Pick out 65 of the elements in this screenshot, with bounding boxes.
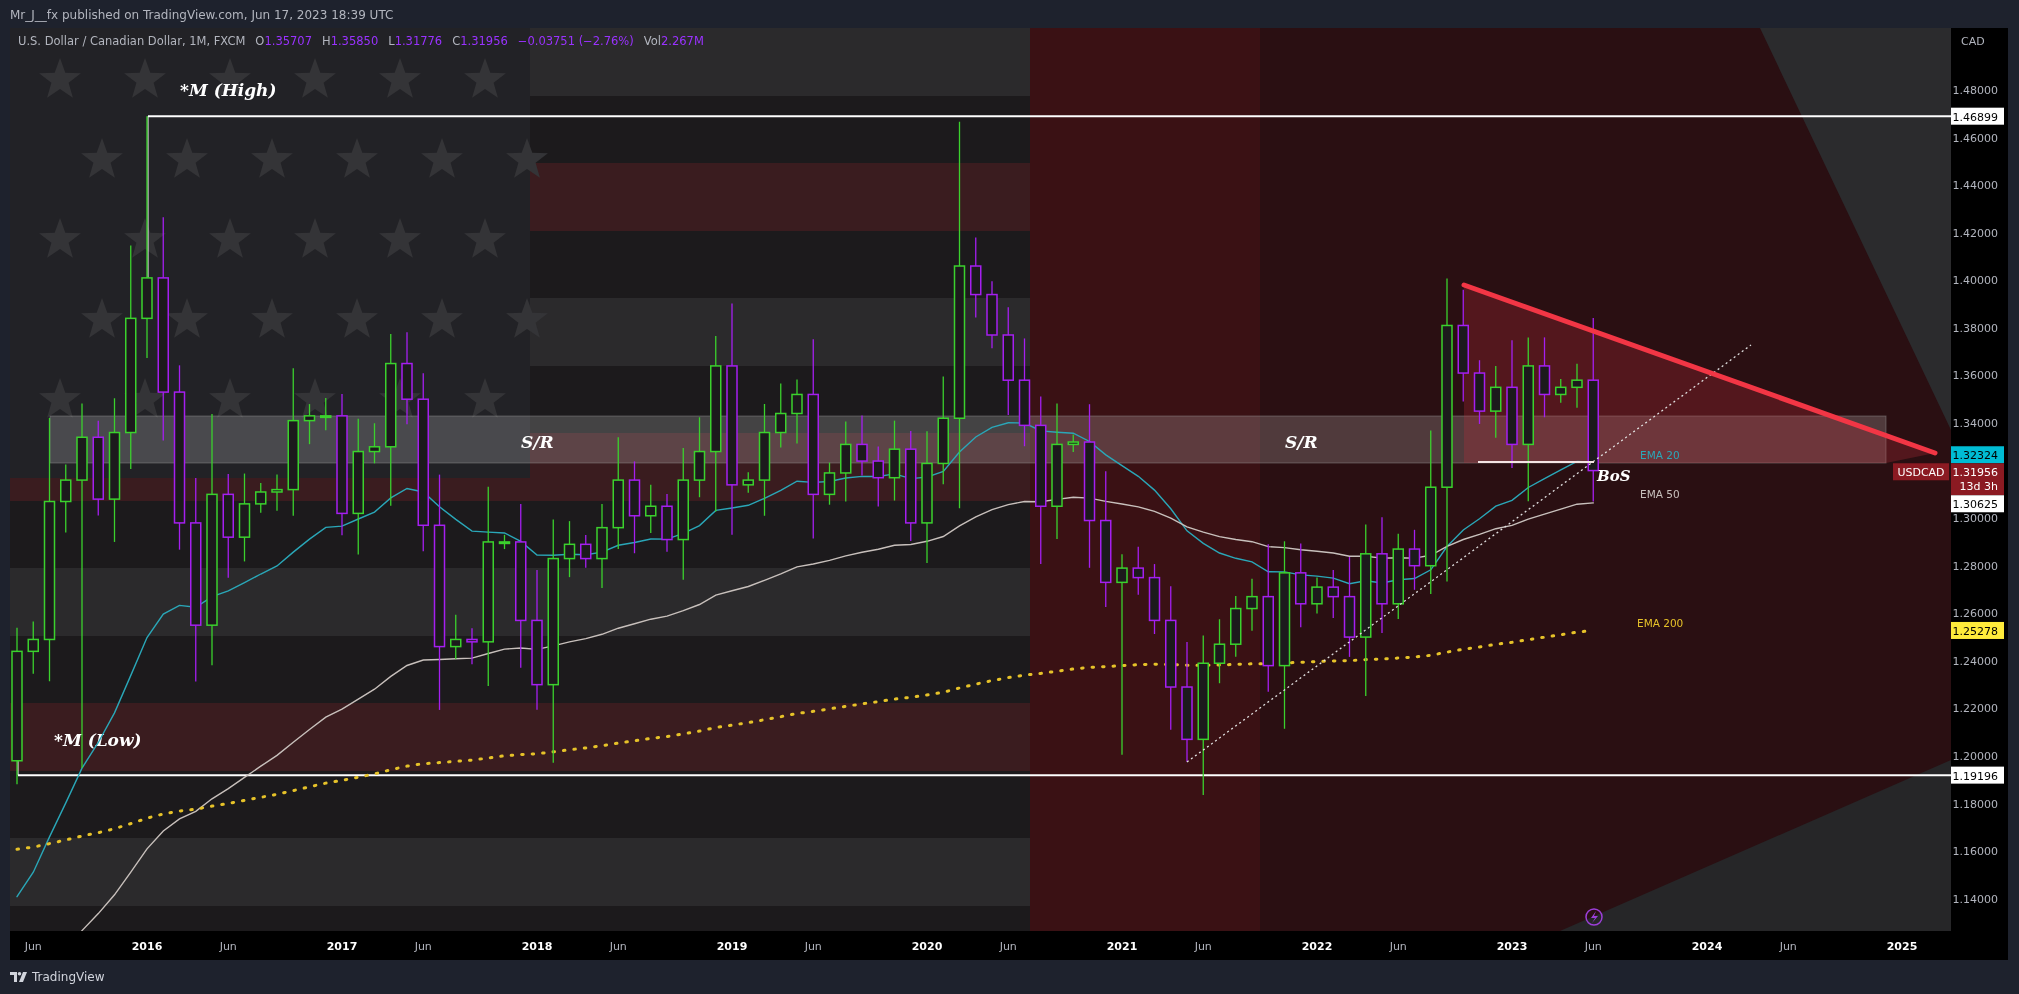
price-tick: 1.18000 — [1952, 797, 1998, 811]
time-tick: Jun — [1584, 940, 1602, 953]
brand-name: TradingView — [32, 970, 105, 984]
lightning-icon[interactable] — [1585, 908, 1603, 926]
time-tick: Jun — [414, 940, 432, 953]
ohlc-value: L1.31776 — [388, 34, 443, 48]
price-tick: 1.38000 — [1952, 321, 1998, 335]
price-label: 1.31956 — [1952, 466, 1998, 480]
level-label: *M (High) — [180, 80, 277, 100]
time-tick: 2020 — [911, 940, 943, 953]
price-tick: 1.16000 — [1952, 845, 1998, 859]
ohlc-value: O1.35707 — [255, 34, 312, 48]
ema-label: EMA 20 — [1640, 449, 1680, 461]
price-label: 1.30625 — [1952, 498, 1998, 512]
price-tick: 1.48000 — [1952, 84, 1998, 97]
price-tick: 1.44000 — [1952, 179, 1998, 193]
time-tick: 2016 — [131, 940, 163, 953]
zone-label: S/R — [1285, 432, 1318, 452]
volume-value: Vol2.267M — [643, 34, 704, 48]
bos-label: BoS — [1597, 467, 1631, 485]
price-tick: 1.36000 — [1952, 369, 1998, 383]
price-label: 1.46899 — [1952, 110, 1998, 124]
time-tick: Jun — [24, 940, 42, 953]
ema-label: EMA 50 — [1640, 488, 1680, 500]
zone-label: S/R — [521, 432, 554, 452]
price-tick: 1.24000 — [1952, 654, 1998, 668]
time-tick: 2018 — [521, 940, 553, 953]
time-tick: 2024 — [1691, 940, 1723, 953]
time-tick: Jun — [1194, 940, 1212, 953]
publisher-line: Mr_J__fx published on TradingView.com, Jun 17, 2023 18:39 UTC — [9, 7, 395, 24]
price-tick: 1.46000 — [1952, 131, 1998, 145]
countdown-label: 13d 3h — [1959, 480, 1998, 494]
price-label: 1.25278 — [1952, 624, 1998, 638]
price-tick: 1.40000 — [1952, 274, 1998, 288]
price-tick: 1.20000 — [1952, 750, 1998, 763]
time-tick: 2025 — [1886, 940, 1918, 953]
brand-logo-icon — [10, 972, 28, 982]
time-tick: 2019 — [716, 940, 748, 953]
price-tick: 1.30000 — [1952, 512, 1998, 526]
price-tick: 1.42000 — [1952, 226, 1998, 240]
time-tick: 2021 — [1106, 940, 1138, 953]
symbol-title: U.S. Dollar / Canadian Dollar, 1M, FXCM — [18, 34, 246, 48]
price-tick: 1.14000 — [1952, 892, 1998, 906]
ohlc-value: H1.35850 — [322, 34, 379, 48]
time-tick: Jun — [609, 940, 627, 953]
axis-currency: CAD — [1961, 35, 1985, 48]
level-label: *M (Low) — [54, 730, 142, 750]
price-label: 1.19196 — [1952, 769, 1998, 783]
time-tick: Jun — [219, 940, 237, 953]
price-tick: 1.22000 — [1952, 702, 1998, 716]
change-value: −0.03751 (−2.76%) — [517, 34, 634, 48]
time-tick: Jun — [999, 940, 1017, 953]
ohlc-value: C1.31956 — [452, 34, 508, 48]
time-tick: 2023 — [1496, 940, 1528, 953]
time-tick: Jun — [804, 940, 822, 953]
time-tick: Jun — [1779, 940, 1797, 953]
price-label: 1.32324 — [1952, 449, 1998, 463]
price-tick: 1.28000 — [1952, 559, 1998, 573]
symbol-tag: USDCAD — [1893, 463, 1949, 481]
price-tick: 1.34000 — [1952, 417, 1998, 430]
time-tick: Jun — [1389, 940, 1407, 953]
time-tick: 2017 — [326, 940, 358, 953]
ema-label: EMA 200 — [1637, 617, 1684, 629]
price-tick: 1.26000 — [1952, 607, 1998, 621]
time-tick: 2022 — [1301, 940, 1333, 953]
